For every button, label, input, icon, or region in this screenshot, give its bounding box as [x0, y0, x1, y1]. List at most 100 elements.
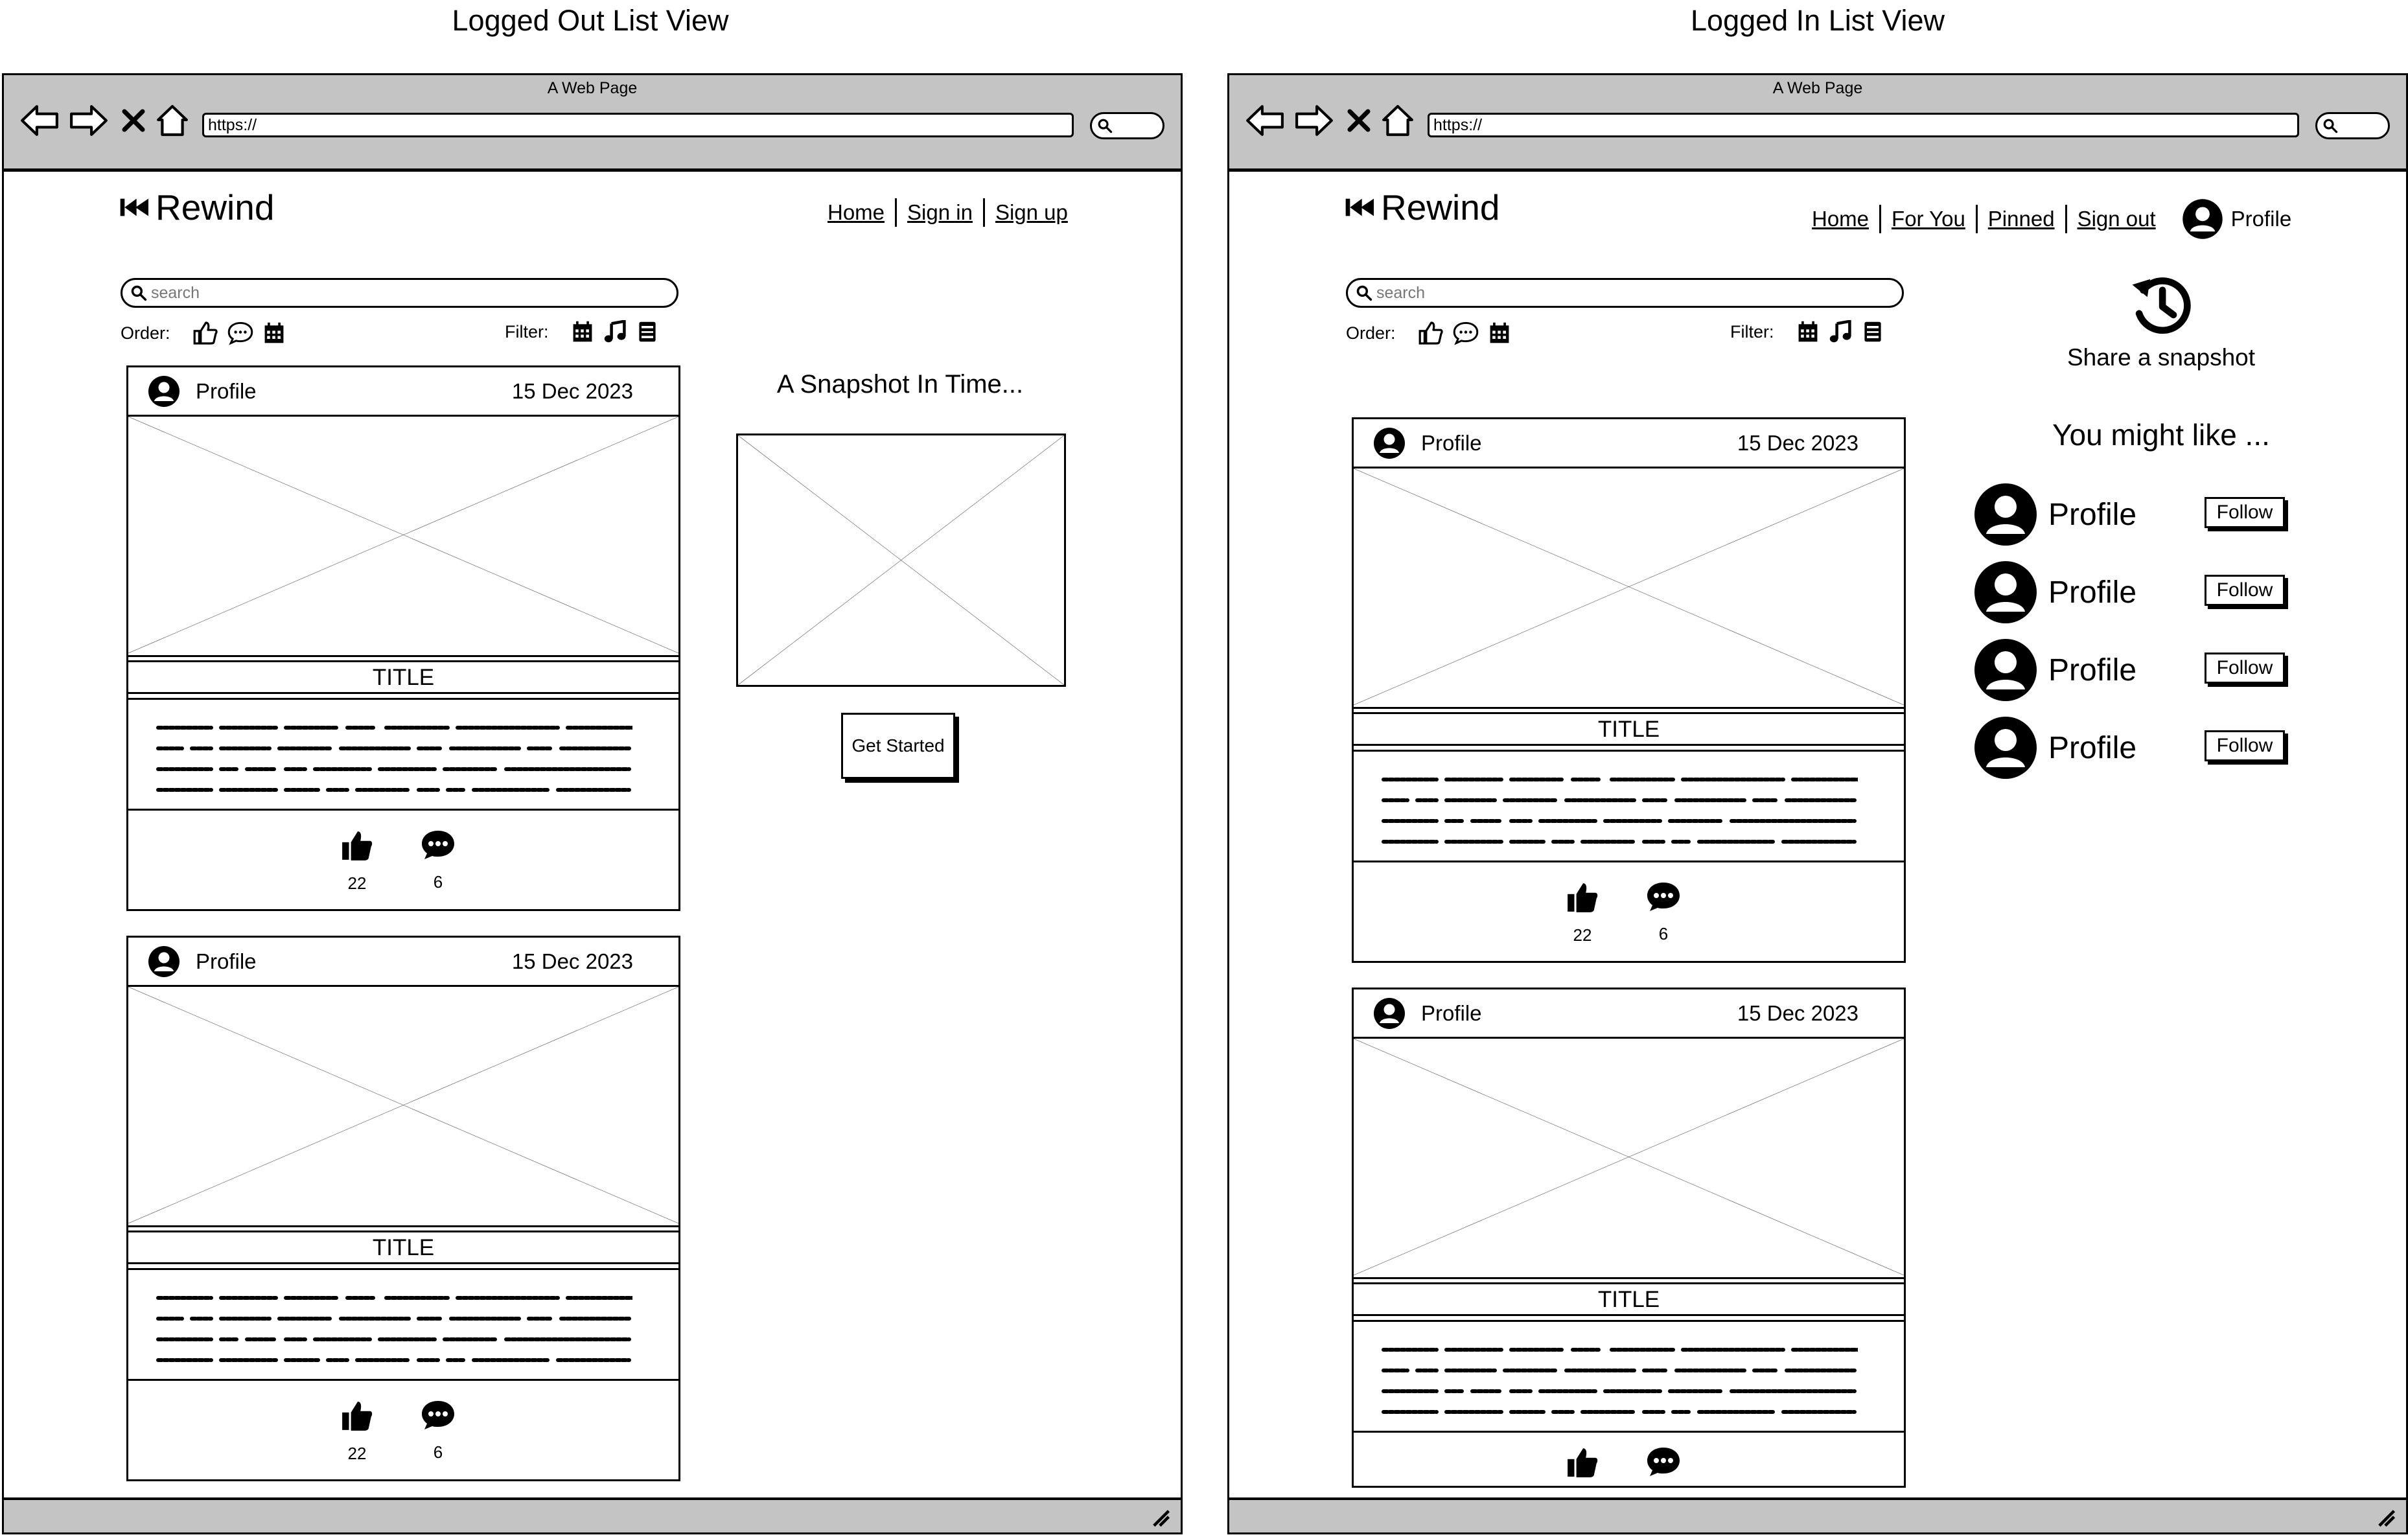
post-author[interactable]: Profile — [196, 379, 257, 404]
search-icon — [2322, 118, 2338, 133]
follow-button[interactable]: Follow — [2205, 730, 2285, 761]
nav-profile-label: Profile — [2230, 207, 2292, 231]
like-count: 22 — [1573, 925, 1592, 945]
nav-for-you[interactable]: For You — [1879, 205, 1976, 233]
comment-icon — [421, 829, 456, 861]
follow-button[interactable]: Follow — [2205, 497, 2285, 528]
suggestion-name[interactable]: Profile — [2048, 653, 2136, 688]
post-header: Profile 15 Dec 2023 — [1354, 419, 1904, 468]
comment-button[interactable] — [1644, 1446, 1683, 1483]
post-card[interactable]: Profile 15 Dec 2023 TITLE 22 6 — [1352, 417, 1906, 963]
stop-icon[interactable] — [121, 108, 146, 133]
avatar-icon[interactable] — [1373, 427, 1406, 459]
comment-button[interactable]: 6 — [419, 1399, 457, 1462]
filter-archive-icon[interactable] — [1861, 320, 1884, 343]
post-card[interactable]: Profile 15 Dec 2023 TITLE 22 6 — [126, 936, 680, 1481]
nav-home[interactable]: Home — [817, 198, 895, 227]
search-icon — [130, 284, 147, 301]
post-author[interactable]: Profile — [1421, 1001, 1482, 1026]
resize-grip-icon[interactable] — [2375, 1507, 2397, 1529]
nav-sign-in[interactable]: Sign in — [895, 198, 983, 227]
order-by-comments-icon[interactable] — [227, 320, 253, 346]
avatar-icon[interactable] — [148, 375, 180, 408]
suggestion-item: Profile — [1973, 482, 2136, 547]
logo-text: Rewind — [1381, 187, 1500, 227]
thumbs-up-icon — [340, 829, 374, 862]
avatar-icon[interactable] — [1973, 482, 2038, 547]
thumbs-up-icon — [340, 1399, 374, 1433]
url-bar[interactable]: https:// — [202, 113, 1074, 137]
stop-icon[interactable] — [1346, 108, 1372, 133]
post-excerpt — [1354, 1320, 1904, 1433]
order-by-date-icon[interactable] — [262, 321, 286, 345]
nav-pinned[interactable]: Pinned — [1975, 205, 2065, 233]
back-icon[interactable] — [19, 104, 60, 137]
thumbs-up-icon — [1566, 881, 1599, 914]
order-by-date-icon[interactable] — [1488, 321, 1511, 345]
search-placeholder: search — [1376, 283, 1426, 302]
post-author[interactable]: Profile — [196, 949, 257, 974]
suggestion-name[interactable]: Profile — [2048, 497, 2136, 533]
like-button[interactable] — [1563, 1446, 1602, 1484]
search-input[interactable]: search — [121, 278, 678, 308]
get-started-button[interactable]: Get Started — [841, 713, 955, 779]
avatar-icon[interactable] — [1973, 715, 2038, 780]
filter-music-icon[interactable] — [603, 320, 627, 343]
search-placeholder: search — [151, 283, 200, 302]
forward-icon[interactable] — [1294, 104, 1334, 137]
site-logo[interactable]: Rewind — [1345, 187, 1499, 228]
filter-music-icon[interactable] — [1829, 320, 1852, 343]
main-nav: Home For You Pinned Sign out Profile — [1801, 198, 2291, 240]
forward-icon[interactable] — [69, 104, 109, 137]
nav-sign-out[interactable]: Sign out — [2065, 205, 2166, 233]
post-card[interactable]: Profile 15 Dec 2023 TITLE — [1352, 988, 1906, 1488]
browser-search-box[interactable] — [1090, 112, 1164, 139]
placeholder-text-icon — [153, 1288, 632, 1372]
avatar-icon[interactable] — [1973, 560, 2038, 625]
comment-count: 6 — [433, 1442, 443, 1462]
main-nav: Home Sign in Sign up — [817, 198, 1078, 227]
avatar-icon[interactable] — [148, 945, 180, 978]
home-browser-icon[interactable] — [1381, 104, 1415, 137]
post-author[interactable]: Profile — [1421, 431, 1482, 456]
resize-grip-icon[interactable] — [1150, 1507, 1172, 1529]
comment-button[interactable]: 6 — [419, 829, 457, 892]
placeholder-text-icon — [153, 718, 632, 802]
filter-archive-icon[interactable] — [636, 320, 659, 343]
order-by-likes-icon[interactable] — [192, 320, 218, 346]
like-button[interactable]: 22 — [338, 1399, 376, 1464]
avatar-icon[interactable] — [1973, 638, 2038, 702]
filter-date-icon[interactable] — [571, 320, 594, 343]
comment-button[interactable]: 6 — [1644, 881, 1683, 944]
back-icon[interactable] — [1245, 104, 1285, 137]
avatar-icon[interactable] — [1373, 997, 1406, 1030]
like-button[interactable]: 22 — [338, 829, 376, 894]
filter-date-icon[interactable] — [1796, 320, 1820, 343]
browser-toolbar: A Web Page https:// — [1229, 75, 2406, 172]
like-button[interactable]: 22 — [1563, 881, 1602, 945]
suggestion-name[interactable]: Profile — [2048, 730, 2136, 766]
url-bar[interactable]: https:// — [1428, 113, 2299, 137]
comment-icon — [1646, 881, 1681, 913]
browser-status-bar — [1229, 1497, 2406, 1532]
follow-button[interactable]: Follow — [2205, 653, 2285, 684]
home-browser-icon[interactable] — [156, 104, 189, 137]
order-by-likes-icon[interactable] — [1418, 320, 1444, 346]
nav-home[interactable]: Home — [1801, 205, 1879, 233]
browser-tab-title: A Web Page — [547, 79, 638, 97]
search-icon — [1097, 118, 1113, 133]
post-card[interactable]: Profile 15 Dec 2023 TITLE 22 6 — [126, 365, 680, 911]
suggestion-item: Profile — [1973, 560, 2136, 625]
nav-sign-up[interactable]: Sign up — [982, 198, 1078, 227]
post-image-placeholder — [128, 417, 678, 657]
nav-profile[interactable]: Profile — [2182, 198, 2292, 240]
suggestion-name[interactable]: Profile — [2048, 575, 2136, 610]
follow-button[interactable]: Follow — [2205, 575, 2285, 606]
order-by-comments-icon[interactable] — [1453, 320, 1479, 346]
site-logo[interactable]: Rewind — [119, 187, 274, 228]
browser-search-box[interactable] — [2315, 112, 2390, 139]
post-date: 15 Dec 2023 — [1737, 1000, 1858, 1025]
search-input[interactable]: search — [1346, 278, 1904, 308]
suggestion-item: Profile — [1973, 715, 2136, 780]
share-snapshot-button[interactable]: Share a snapshot — [2025, 270, 2297, 371]
